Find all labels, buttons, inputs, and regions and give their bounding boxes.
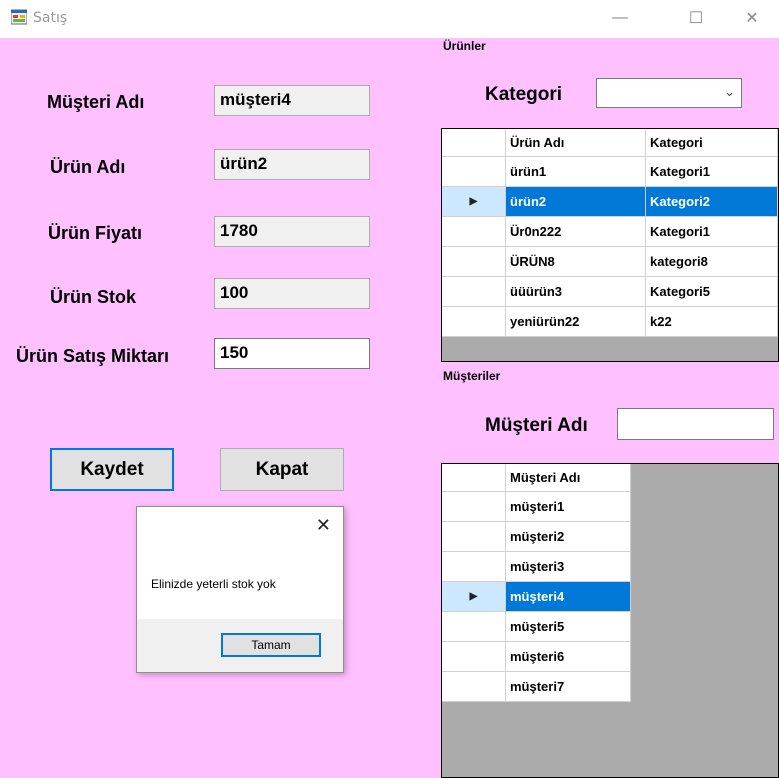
musteri-adi-cell[interactable]: müşteri6 [506,642,631,672]
row-header[interactable] [442,247,506,277]
musteri-adi-cell[interactable]: müşteri4 [506,582,631,612]
row-header[interactable] [442,157,506,187]
musteri-adi-label: Müşteri Adı [47,92,145,112]
musteri-ara-label: Müşteri Adı [485,415,588,436]
urun-stok-label: Ürün Stok [50,287,137,307]
musteriler-group-title: Müşteriler [443,369,501,383]
row-header[interactable]: ▶ [442,187,506,217]
row-header[interactable] [442,642,506,672]
kategori-cell[interactable]: Kategori1 [646,157,778,187]
urun-fiyati-field[interactable]: 1780 [214,216,370,247]
column-header-musteri-adi[interactable]: Müşteri Adı [506,464,631,492]
musteri-adi-field[interactable]: müşteri4 [214,85,370,116]
kapat-button[interactable]: Kapat [220,448,344,491]
row-header[interactable]: ▶ [442,582,506,612]
tamam-button[interactable]: Tamam [221,633,321,657]
kategori-cell[interactable]: Kategori1 [646,217,778,247]
urun-fiyati-label: Ürün Fiyatı [48,223,143,243]
urun-adi-cell[interactable]: ürün2 [506,187,646,217]
kategori-cell[interactable]: kategori8 [646,247,778,277]
urunler-group-title: Ürünler [443,39,486,53]
satis-miktari-label: Ürün Satış Miktarı [16,346,170,366]
urun-adi-cell[interactable]: ürün1 [506,157,646,187]
musteri-adi-cell[interactable]: müşteri1 [506,492,631,522]
row-header[interactable] [442,277,506,307]
title-bar: Satış — ☐ ✕ [0,0,779,38]
row-header[interactable] [442,672,506,702]
row-header[interactable] [442,522,506,552]
urun-adi-cell[interactable]: yeniürün22 [506,307,646,337]
maximize-icon: ☐ [688,10,704,27]
message-text: Elinizde yeterli stok yok [151,577,276,591]
musteri-adi-cell[interactable]: müşteri5 [506,612,631,642]
close-button[interactable]: ✕ [729,0,775,36]
column-header-kategori[interactable]: Kategori [646,129,778,157]
urun-adi-label: Ürün Adı [50,157,126,177]
kategori-cell[interactable]: Kategori5 [646,277,778,307]
column-header-urun-adi[interactable]: Ürün Adı [506,129,646,157]
kategori-cell[interactable]: Kategori2 [646,187,778,217]
row-header[interactable] [442,307,506,337]
kategori-combobox[interactable]: ⌄ [596,78,742,108]
musteriler-grid[interactable]: Müşteri Adı müşteri1 müşteri2 müşteri3 ▶ müşt… [441,463,779,778]
chevron-down-icon: ⌄ [724,84,735,99]
urun-stok-field[interactable]: 100 [214,278,370,309]
satis-miktari-input[interactable]: 150 [214,338,370,369]
kaydet-button[interactable]: Kaydet [50,448,174,491]
musteri-adi-cell[interactable]: müşteri2 [506,522,631,552]
maximize-button[interactable]: ☐ [673,0,719,36]
row-header[interactable] [442,217,506,247]
grid-corner-header [442,129,506,157]
musteri-adi-cell[interactable]: müşteri3 [506,552,631,582]
row-header[interactable] [442,492,506,522]
minimize-button[interactable]: — [597,0,643,36]
row-header[interactable] [442,552,506,582]
close-icon[interactable]: ✕ [316,515,331,536]
urun-adi-cell[interactable]: Ür0n222 [506,217,646,247]
close-icon: ✕ [745,10,759,27]
kategori-cell[interactable]: k22 [646,307,778,337]
urun-adi-cell[interactable]: ÜRÜN8 [506,247,646,277]
kategori-label: Kategori [485,84,563,105]
musteri-adi-cell[interactable]: müşteri7 [506,672,631,702]
row-header[interactable] [442,612,506,642]
message-box: ✕ Elinizde yeterli stok yok Tamam [136,506,344,673]
message-footer: Tamam [137,619,343,672]
minimize-icon: — [612,9,628,26]
window-title: Satış [33,10,68,26]
urunler-grid[interactable]: Ürün Adı Kategori ürün1 Kategori1 ▶ ürün2 Kate… [441,128,779,362]
urun-adi-cell[interactable]: üüürün3 [506,277,646,307]
grid-corner-header [442,464,506,492]
urun-adi-field[interactable]: ürün2 [214,149,370,180]
musteri-ara-input[interactable] [617,408,774,440]
app-icon [11,9,27,25]
